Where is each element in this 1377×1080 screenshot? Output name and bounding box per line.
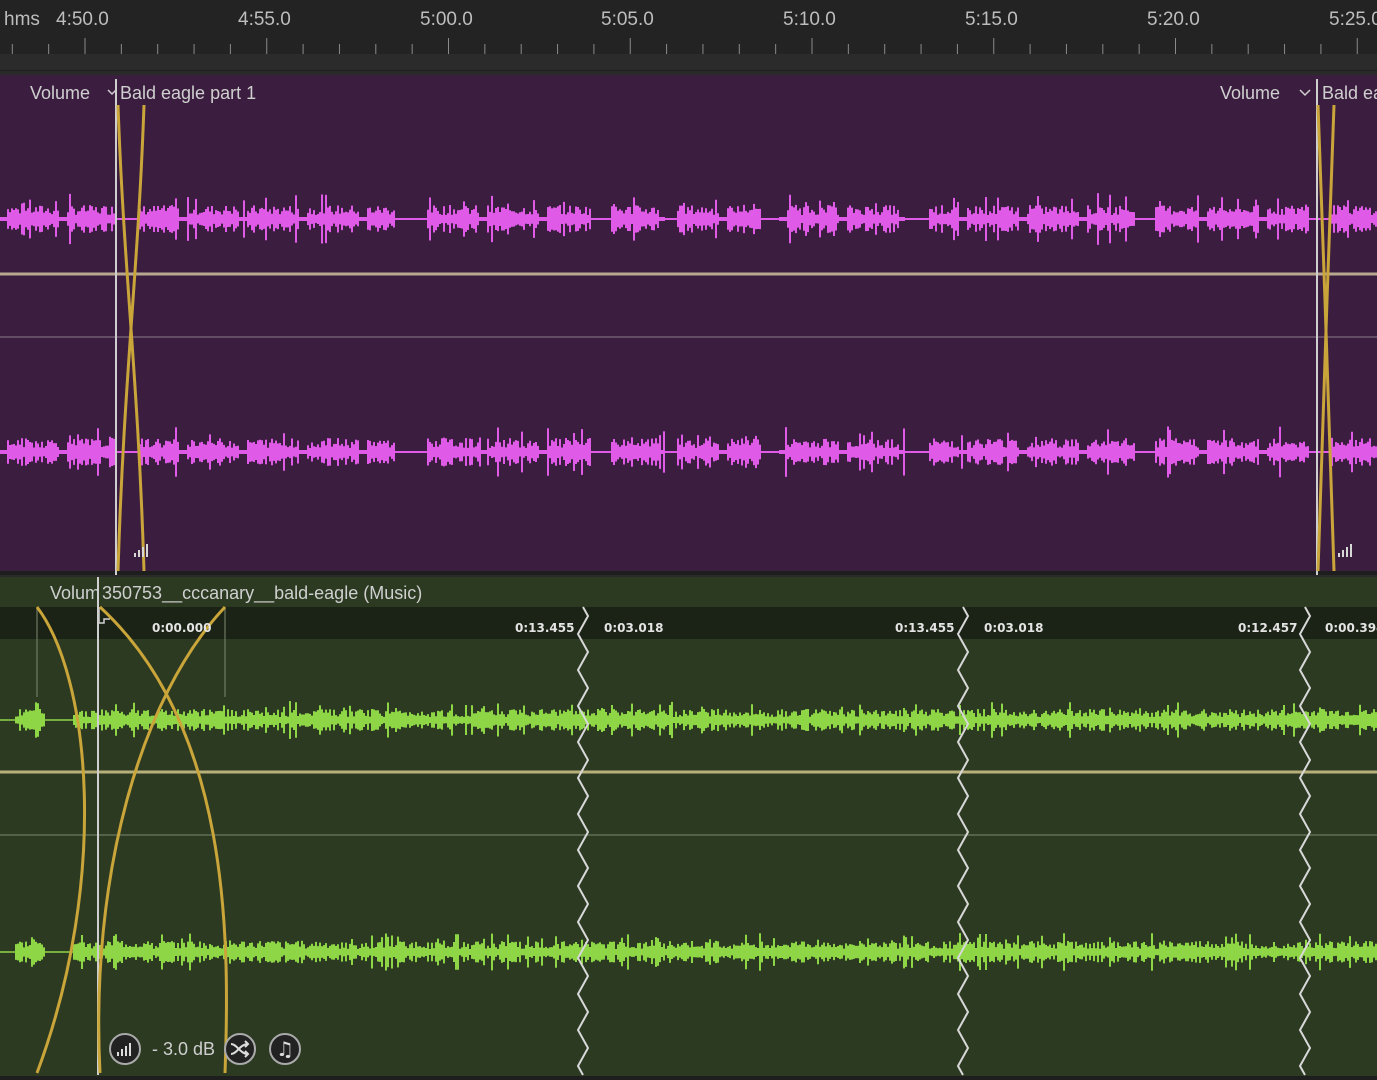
clip2-volume-icon bbox=[1350, 544, 1352, 557]
voice-track[interactable]: Volume Bald eagle part 1 Volume Bald eag… bbox=[0, 71, 1377, 575]
music-fade-curve bbox=[97, 605, 227, 1074]
chevron-down-icon bbox=[1299, 89, 1311, 97]
shuffle-icon bbox=[230, 1040, 250, 1058]
ruler-tick-label: 5:05.0 bbox=[601, 9, 654, 30]
loop-time: 0:13.455 bbox=[515, 621, 575, 635]
music-track-canvas bbox=[0, 577, 1377, 1076]
loop-time: 0:13.455 bbox=[895, 621, 955, 635]
ruler-tick-label: 5:10.0 bbox=[783, 9, 836, 30]
music-envelope-label[interactable]: Volume bbox=[50, 583, 98, 604]
loop-boundary bbox=[1298, 606, 1312, 1076]
music-fade-out-curve bbox=[98, 605, 228, 1074]
music-clip-name[interactable]: 350753__cccanary__bald-eagle (Music) bbox=[102, 583, 422, 604]
ruler-tick-label: 5:00.0 bbox=[420, 9, 473, 30]
track-separator bbox=[0, 54, 1377, 70]
music-track[interactable]: Volume 350753__cccanary__bald-eagle (Mus… bbox=[0, 575, 1377, 1076]
voice-track-canvas bbox=[0, 79, 1377, 575]
ruler-tick-label: 5:20.0 bbox=[1147, 9, 1200, 30]
loop-time: 0:00.394 bbox=[1325, 621, 1377, 635]
clip2-volume-icon bbox=[1346, 547, 1348, 557]
loop-time: 0:03.018 bbox=[984, 621, 1044, 635]
timeline-ruler[interactable]: hms 4:50.0 4:55.0 5:00.0 5:05.0 5:10.0 5… bbox=[0, 0, 1377, 55]
remix-button[interactable] bbox=[224, 1033, 256, 1065]
clip2-name[interactable]: Bald eagle part 2 bbox=[1322, 83, 1377, 104]
ruler-unit-label: hms bbox=[4, 9, 40, 30]
clip1-name[interactable]: Bald eagle part 1 bbox=[120, 83, 256, 104]
music-note-icon: ♫ bbox=[276, 1037, 294, 1061]
loop-boundary bbox=[576, 606, 590, 1076]
music-fade-in-curve bbox=[35, 606, 86, 1074]
volume-bars-icon bbox=[117, 1043, 131, 1056]
clip2-envelope-label[interactable]: Volume bbox=[1220, 83, 1280, 104]
loop-time: 0:03.018 bbox=[604, 621, 664, 635]
ruler-tick-label: 4:50.0 bbox=[56, 9, 109, 30]
clip1-volume-icon bbox=[146, 544, 148, 557]
clip-gain-button[interactable] bbox=[109, 1033, 141, 1065]
clip-gain-value: - 3.0 dB bbox=[152, 1039, 216, 1059]
music-track-button[interactable]: ♫ bbox=[269, 1033, 301, 1065]
loop-time: 0:00.000 bbox=[152, 621, 212, 635]
clip2-volume-icon bbox=[1342, 550, 1344, 557]
ruler-tick-label: 5:15.0 bbox=[965, 9, 1018, 30]
loop-time: 0:12.457 bbox=[1238, 621, 1298, 635]
clip2-volume-icon bbox=[1338, 553, 1340, 557]
clip1-volume-icon bbox=[134, 553, 136, 557]
loop-boundary bbox=[956, 606, 970, 1076]
ruler-tick-label: 5:25.0 bbox=[1329, 9, 1377, 30]
clip1-volume-icon bbox=[142, 547, 144, 557]
clip1-envelope-label[interactable]: Volume bbox=[30, 83, 90, 104]
ruler-tick-label: 4:55.0 bbox=[238, 9, 291, 30]
clip1-volume-icon bbox=[138, 550, 140, 557]
chevron-down-icon bbox=[107, 89, 117, 96]
